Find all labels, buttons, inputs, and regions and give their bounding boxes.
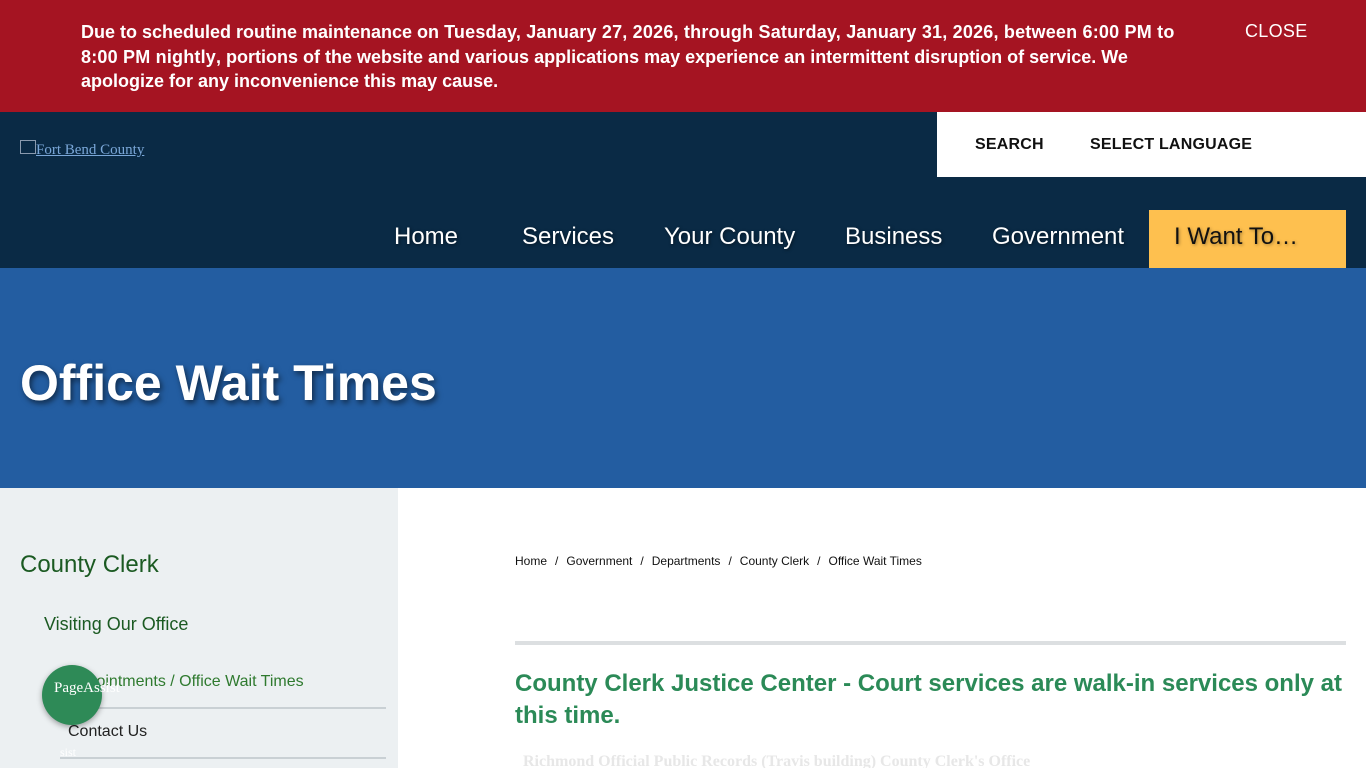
- hero-banner: Office Wait Times: [0, 268, 1366, 488]
- page-assist-button[interactable]: PageAssist: [42, 665, 120, 725]
- sidebar-item-contact-us[interactable]: Contact Us: [68, 723, 147, 741]
- breadcrumb-separator: /: [817, 554, 821, 568]
- breadcrumb-home[interactable]: Home: [515, 554, 547, 568]
- content-divider: [515, 641, 1346, 645]
- breadcrumb-separator: /: [728, 554, 732, 568]
- nav-item-i-want-to[interactable]: I Want To…: [1149, 210, 1346, 268]
- breadcrumb-separator: /: [640, 554, 644, 568]
- utility-bar: SEARCH SELECT LANGUAGE: [937, 112, 1366, 177]
- page: Due to scheduled routine maintenance on …: [0, 0, 1366, 768]
- breadcrumb-separator: /: [555, 554, 559, 568]
- nav-item-government[interactable]: Government: [992, 210, 1124, 268]
- select-language-button[interactable]: SELECT LANGUAGE: [1090, 136, 1252, 154]
- sidebar-divider: [60, 757, 386, 759]
- page-title: Office Wait Times: [20, 355, 437, 411]
- sidebar-divider: [60, 707, 386, 709]
- sidebar-item-visiting-our-office[interactable]: Visiting Our Office: [44, 614, 188, 635]
- nav-item-home[interactable]: Home: [394, 210, 458, 268]
- alert-message: Due to scheduled routine maintenance on …: [81, 20, 1181, 94]
- sidebar-heading[interactable]: County Clerk: [20, 551, 159, 579]
- page-assist-label: sist: [60, 745, 77, 759]
- alert-text-intro: Due to scheduled routine maintenance on: [81, 22, 445, 42]
- office-subheading: Richmond Official Public Records (Travis…: [523, 753, 1031, 768]
- sidebar: County Clerk Visiting Our Office Appoint…: [0, 488, 398, 768]
- content-heading: County Clerk Justice Center - Court serv…: [515, 670, 1342, 729]
- main-navigation: Home Services Your County Business Gover…: [0, 210, 1366, 268]
- breadcrumb-departments[interactable]: Departments: [652, 554, 721, 568]
- site-header: Fort Bend County SEARCH SELECT LANGUAGE …: [0, 112, 1366, 268]
- breadcrumb-county-clerk[interactable]: County Clerk: [740, 554, 809, 568]
- page-assist-alt-text: PageAssist: [54, 680, 120, 696]
- breadcrumb: Home / Government / Departments / County…: [515, 554, 922, 568]
- breadcrumb-current: Office Wait Times: [828, 554, 922, 568]
- alert-text-body: , portions of the website and various ap…: [81, 46, 1128, 92]
- alert-close-button[interactable]: CLOSE: [1245, 21, 1308, 42]
- breadcrumb-government[interactable]: Government: [566, 554, 632, 568]
- nav-item-services[interactable]: Services: [522, 210, 614, 268]
- logo-alt-text: Fort Bend County: [36, 142, 145, 158]
- nav-item-your-county[interactable]: Your County: [664, 210, 795, 268]
- site-logo-link[interactable]: Fort Bend County: [20, 139, 145, 159]
- broken-image-icon: [20, 139, 36, 154]
- nav-item-business[interactable]: Business: [845, 210, 942, 268]
- search-button[interactable]: SEARCH: [975, 136, 1044, 154]
- maintenance-alert-banner: Due to scheduled routine maintenance on …: [0, 0, 1366, 112]
